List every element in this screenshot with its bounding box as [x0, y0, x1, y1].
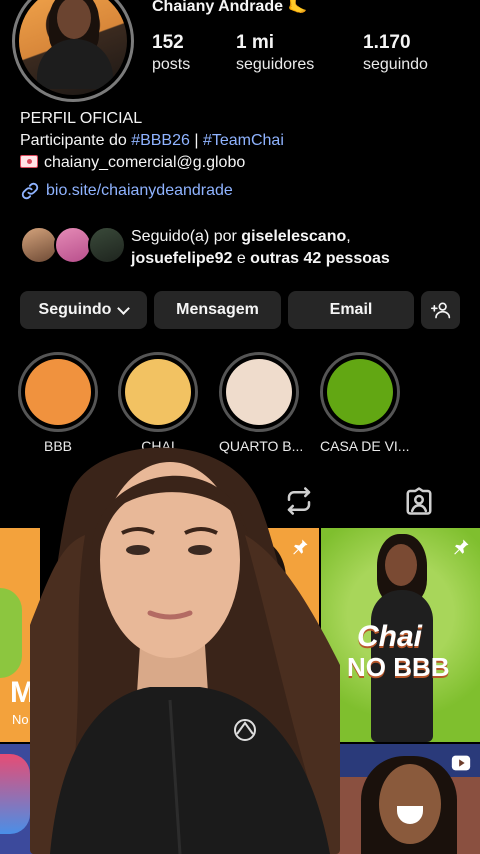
mutual-avatars	[20, 226, 130, 268]
profile-avatar-ring[interactable]	[12, 0, 134, 102]
highlight-cover	[327, 359, 393, 425]
highlight-ring	[219, 352, 299, 432]
stat-following[interactable]: 1.170 seguindo	[363, 32, 428, 74]
highlight-ring	[18, 352, 98, 432]
following-button-label: Seguindo	[38, 301, 112, 318]
bio-line-2: Participante do #BBB26 | #TeamChai	[20, 132, 284, 149]
overlay-video-person	[30, 425, 340, 854]
stat-followers-label: seguidores	[236, 56, 315, 73]
tagged-person-icon	[406, 487, 432, 515]
profile-username: Chaiany Andrade 🦶	[152, 0, 308, 15]
post-title: Chai	[357, 620, 423, 653]
stat-followers-value: 1 mi	[236, 32, 275, 53]
followed-by[interactable]: Seguido(a) por giselelescano, josuefelip…	[20, 226, 460, 268]
link-icon	[21, 182, 39, 200]
bio-line-1: PERFIL OFICIAL	[20, 110, 143, 127]
stat-following-value: 1.170	[363, 32, 411, 53]
tab-tagged[interactable]	[404, 486, 434, 516]
profile-bio: PERFIL OFICIAL Participante do #BBB26 | …	[20, 108, 284, 202]
stat-followers[interactable]: 1 mi seguidores	[236, 32, 314, 74]
highlight-cover	[125, 359, 191, 425]
bio-email-line: chaiany_comercial@g.globo	[20, 152, 284, 174]
post-thumbnail-3[interactable]: Chai NO BBB	[321, 528, 480, 742]
suggested-users-button[interactable]	[421, 291, 460, 329]
email-button[interactable]: Email	[288, 291, 414, 329]
message-button-label: Mensagem	[176, 301, 259, 318]
post-subtitle: NO BBB	[347, 652, 450, 682]
highlight-cover	[226, 359, 292, 425]
hashtag-bbb26[interactable]: #BBB26	[131, 132, 190, 149]
add-person-icon	[430, 302, 450, 319]
highlight-ring	[118, 352, 198, 432]
video-play-icon	[451, 755, 471, 771]
bio-link-text: bio.site/chaianydeandrade	[46, 182, 233, 199]
avatar	[88, 226, 126, 264]
following-button[interactable]: Seguindo	[20, 291, 147, 329]
highlight-ring	[320, 352, 400, 432]
stat-posts-value: 152	[152, 32, 184, 53]
bio-email: chaiany_comercial@g.globo	[44, 154, 246, 171]
stat-posts[interactable]: 152 posts	[152, 32, 190, 74]
bio-link[interactable]: bio.site/chaianydeandrade	[20, 180, 284, 202]
chevron-down-icon	[117, 301, 131, 315]
avatar	[54, 226, 92, 264]
followed-by-text: Seguido(a) por giselelescano, josuefelip…	[131, 228, 390, 267]
email-button-label: Email	[329, 301, 373, 318]
post-subtitle: No	[12, 712, 29, 727]
person-photo	[30, 447, 340, 854]
post-thumbnail-5[interactable]	[321, 744, 480, 854]
stat-posts-label: posts	[152, 56, 191, 73]
love-letter-icon	[20, 155, 38, 168]
message-button[interactable]: Mensagem	[154, 291, 281, 329]
stat-following-label: seguindo	[363, 56, 428, 73]
avatar	[20, 226, 58, 264]
hashtag-teamchai[interactable]: #TeamChai	[203, 132, 284, 149]
pin-icon	[454, 539, 469, 555]
highlight-cover	[25, 359, 91, 425]
profile-avatar	[19, 0, 127, 95]
